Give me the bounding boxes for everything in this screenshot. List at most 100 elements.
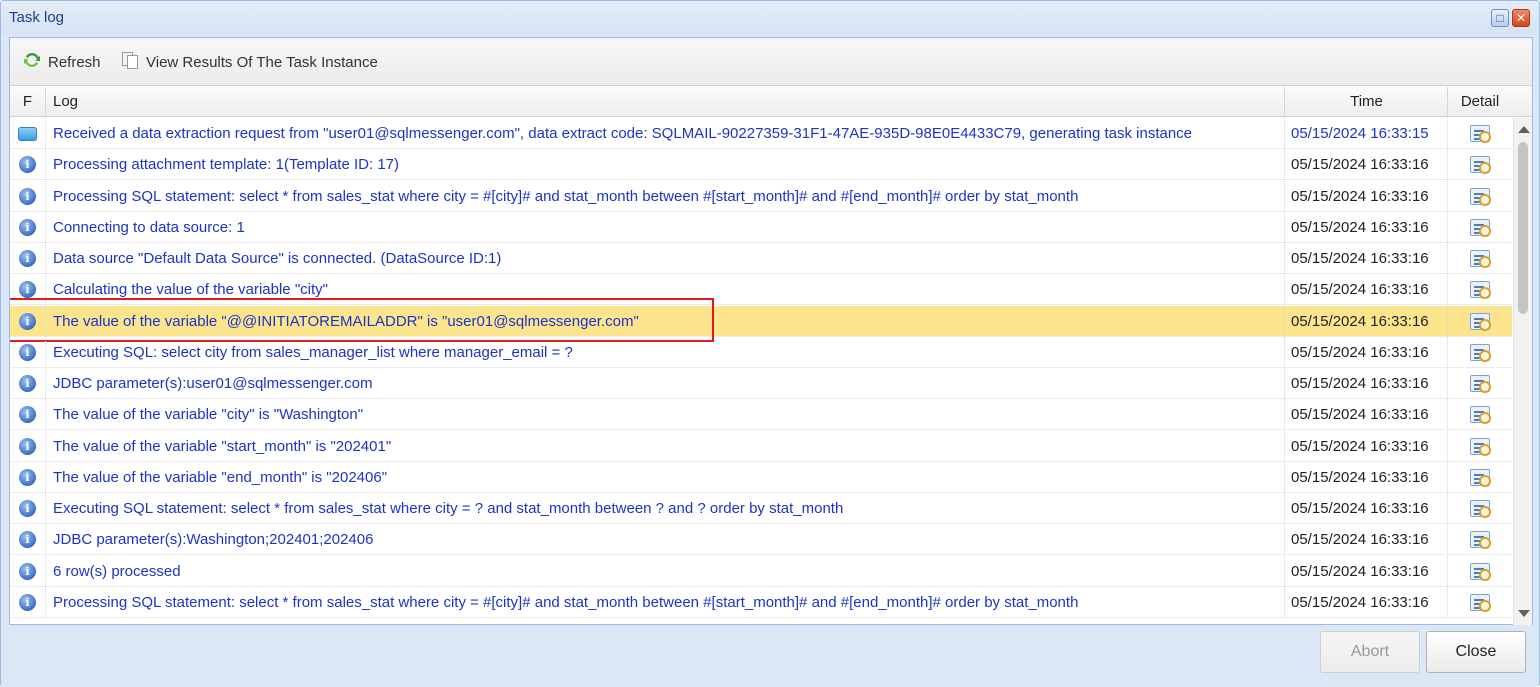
refresh-button[interactable]: Refresh	[22, 50, 101, 74]
table-row[interactable]: i Data source "Default Data Source" is c…	[10, 243, 1512, 274]
row-time: 05/15/2024 16:33:16	[1286, 556, 1448, 587]
vertical-scrollbar[interactable]	[1513, 118, 1532, 625]
row-flag: i	[10, 462, 46, 493]
row-log-text: 6 row(s) processed	[47, 556, 1285, 587]
view-results-button[interactable]: View Results Of The Task Instance	[120, 50, 378, 74]
row-log-text: Executing SQL statement: select * from s…	[47, 493, 1285, 524]
row-flag: i	[10, 243, 46, 274]
scroll-up-arrow-icon[interactable]	[1518, 126, 1530, 133]
detail-icon[interactable]	[1470, 344, 1491, 362]
info-icon: i	[19, 188, 36, 205]
column-header-detail[interactable]: Detail	[1449, 87, 1511, 117]
row-detail[interactable]	[1449, 493, 1511, 524]
task-log-window: Task log □ ✕ Refresh View Results Of The…	[0, 0, 1540, 687]
row-log-text: The value of the variable "city" is "Was…	[47, 399, 1285, 430]
row-detail[interactable]	[1449, 337, 1511, 368]
row-detail[interactable]	[1449, 149, 1511, 180]
detail-icon[interactable]	[1470, 281, 1491, 299]
scroll-thumb[interactable]	[1518, 142, 1528, 314]
log-panel: Refresh View Results Of The Task Instanc…	[9, 37, 1533, 625]
table-row[interactable]: i Processing SQL statement: select * fro…	[10, 587, 1512, 618]
row-detail[interactable]	[1449, 212, 1511, 243]
row-flag: i	[10, 587, 46, 618]
table-row[interactable]: Received a data extraction request from …	[10, 118, 1512, 149]
table-row[interactable]: i Processing SQL statement: select * fro…	[10, 181, 1512, 212]
detail-icon[interactable]	[1470, 563, 1491, 581]
info-icon: i	[19, 344, 36, 361]
row-detail[interactable]	[1449, 274, 1511, 305]
info-icon: i	[19, 438, 36, 455]
detail-icon[interactable]	[1470, 469, 1491, 487]
info-icon: i	[19, 156, 36, 173]
row-detail[interactable]	[1449, 524, 1511, 555]
detail-icon[interactable]	[1470, 188, 1491, 206]
info-icon: i	[19, 219, 36, 236]
detail-icon[interactable]	[1470, 375, 1491, 393]
table-row[interactable]: i The value of the variable "city" is "W…	[10, 399, 1512, 430]
row-log-text: JDBC parameter(s):Washington;202401;2024…	[47, 524, 1285, 555]
row-log-text: The value of the variable "end_month" is…	[47, 462, 1285, 493]
row-time: 05/15/2024 16:33:15	[1286, 118, 1448, 149]
row-flag: i	[10, 368, 46, 399]
table-row[interactable]: i JDBC parameter(s):user01@sqlmessenger.…	[10, 368, 1512, 399]
row-detail[interactable]	[1449, 181, 1511, 212]
row-detail[interactable]	[1449, 399, 1511, 430]
detail-icon[interactable]	[1470, 219, 1491, 237]
scroll-down-arrow-icon[interactable]	[1518, 610, 1530, 617]
row-detail[interactable]	[1449, 118, 1511, 149]
row-detail[interactable]	[1449, 243, 1511, 274]
detail-icon[interactable]	[1470, 438, 1491, 456]
message-icon	[18, 126, 37, 141]
table-row[interactable]: i The value of the variable "end_month" …	[10, 462, 1512, 493]
row-time: 05/15/2024 16:33:16	[1286, 149, 1448, 180]
detail-icon[interactable]	[1470, 500, 1491, 518]
row-flag: i	[10, 149, 46, 180]
detail-icon[interactable]	[1470, 156, 1491, 174]
info-icon: i	[19, 406, 36, 423]
column-header-log[interactable]: Log	[47, 87, 1285, 117]
column-header-time[interactable]: Time	[1286, 87, 1448, 117]
row-log-text: JDBC parameter(s):user01@sqlmessenger.co…	[47, 368, 1285, 399]
table-row[interactable]: i Executing SQL: select city from sales_…	[10, 337, 1512, 368]
row-detail[interactable]	[1449, 368, 1511, 399]
grid-header: F Log Time Detail	[10, 87, 1532, 117]
info-icon: i	[19, 594, 36, 611]
table-row[interactable]: i 6 row(s) processed 05/15/2024 16:33:16	[10, 556, 1512, 587]
row-detail[interactable]	[1449, 587, 1511, 618]
row-time: 05/15/2024 16:33:16	[1286, 462, 1448, 493]
detail-icon[interactable]	[1470, 313, 1491, 331]
close-icon[interactable]: ✕	[1512, 9, 1530, 27]
table-row[interactable]: i The value of the variable "start_month…	[10, 431, 1512, 462]
close-button[interactable]: Close	[1426, 631, 1526, 673]
row-flag: i	[10, 274, 46, 305]
detail-icon[interactable]	[1470, 594, 1491, 612]
column-header-f[interactable]: F	[10, 87, 46, 117]
row-detail[interactable]	[1449, 431, 1511, 462]
abort-button[interactable]: Abort	[1320, 631, 1420, 673]
maximize-icon[interactable]: □	[1491, 9, 1509, 27]
detail-icon[interactable]	[1470, 406, 1491, 424]
table-row[interactable]: i Processing attachment template: 1(Temp…	[10, 149, 1512, 180]
detail-icon[interactable]	[1470, 250, 1491, 268]
detail-icon[interactable]	[1470, 125, 1491, 143]
table-row[interactable]: i Calculating the value of the variable …	[10, 274, 1512, 305]
table-row[interactable]: i Executing SQL statement: select * from…	[10, 493, 1512, 524]
row-time: 05/15/2024 16:33:16	[1286, 524, 1448, 555]
row-detail[interactable]	[1449, 462, 1511, 493]
row-detail[interactable]	[1449, 556, 1511, 587]
info-icon: i	[19, 250, 36, 267]
detail-icon[interactable]	[1470, 531, 1491, 549]
row-flag: i	[10, 212, 46, 243]
row-time: 05/15/2024 16:33:16	[1286, 181, 1448, 212]
row-time: 05/15/2024 16:33:16	[1286, 274, 1448, 305]
row-flag: i	[10, 556, 46, 587]
row-log-text: Data source "Default Data Source" is con…	[47, 243, 1285, 274]
table-row[interactable]: i The value of the variable "@@INITIATOR…	[10, 298, 1512, 342]
table-row[interactable]: i JDBC parameter(s):Washington;202401;20…	[10, 524, 1512, 555]
row-time: 05/15/2024 16:33:16	[1286, 431, 1448, 462]
table-row[interactable]: i Connecting to data source: 1 05/15/202…	[10, 212, 1512, 243]
row-detail[interactable]	[1449, 306, 1511, 337]
row-flag	[10, 118, 46, 149]
row-time: 05/15/2024 16:33:16	[1286, 368, 1448, 399]
row-log-text: Processing SQL statement: select * from …	[47, 181, 1285, 212]
